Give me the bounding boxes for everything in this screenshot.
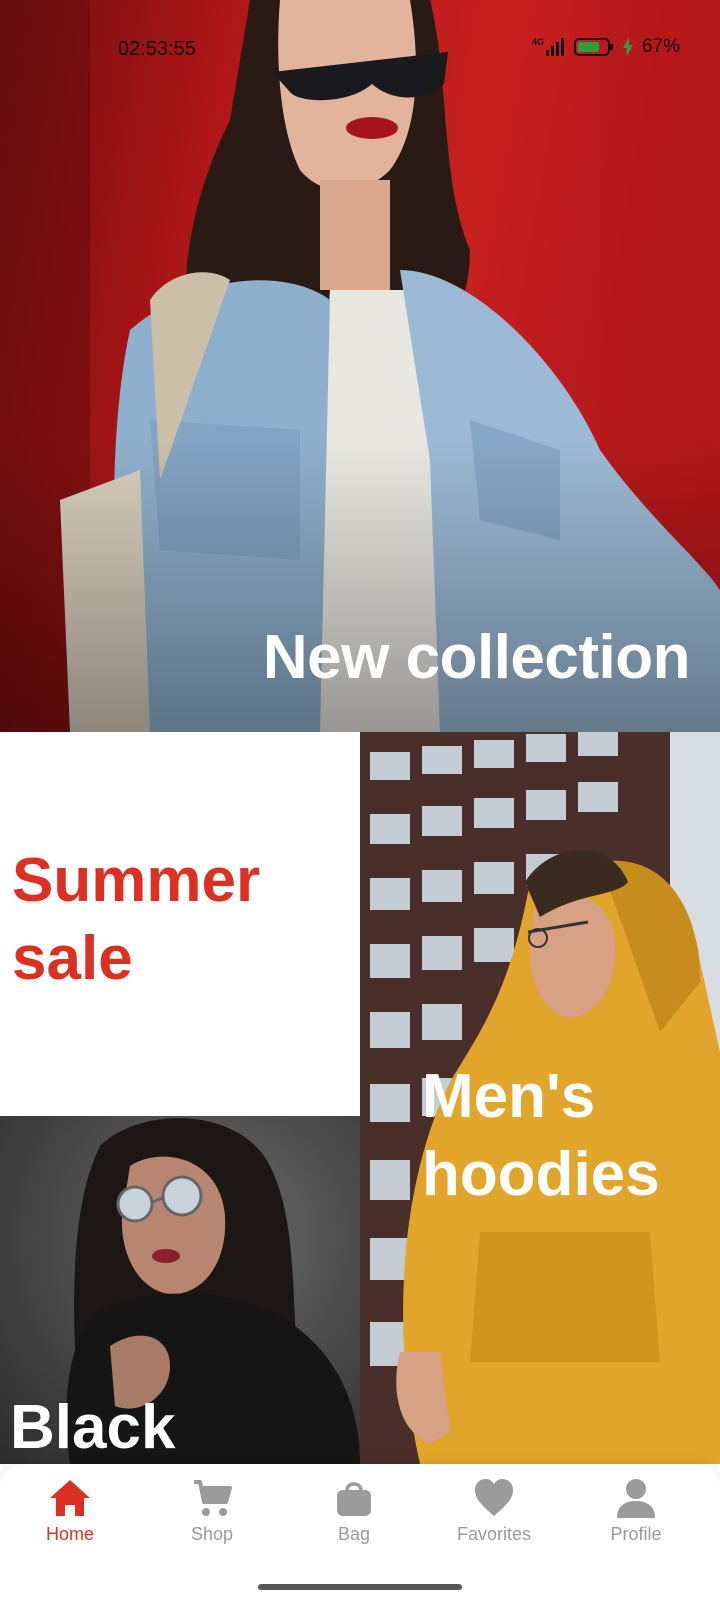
signal-4g-icon: 4G xyxy=(532,37,564,56)
nav-label-shop: Shop xyxy=(190,1524,234,1544)
summer-sale-title: Summer sale xyxy=(12,846,261,993)
nav-item-bag[interactable]: Bag xyxy=(294,1476,414,1556)
mens-hoodies-title: Men's hoodies xyxy=(422,1062,660,1209)
status-time: 02:53:55 xyxy=(118,38,196,60)
bag-icon xyxy=(337,1482,371,1516)
cart-icon xyxy=(194,1480,232,1516)
nav-label-bag: Bag xyxy=(337,1524,371,1544)
nav-label-favorites: Favorites xyxy=(456,1524,532,1544)
nav-item-favorites[interactable]: Favorites xyxy=(434,1476,554,1556)
nav-label-profile: Profile xyxy=(610,1524,662,1544)
svg-text:4G: 4G xyxy=(532,37,544,47)
hero-banner-new-collection[interactable]: New collection xyxy=(0,0,720,732)
heart-icon xyxy=(475,1479,513,1516)
home-icon xyxy=(50,1480,90,1516)
status-bar: 02:53:55 4G 67% xyxy=(0,0,720,96)
charging-bolt-icon xyxy=(622,37,633,57)
black-title: Black xyxy=(10,1393,176,1462)
hero-title: New collection xyxy=(262,623,691,692)
home-indicator[interactable] xyxy=(258,1584,462,1590)
nav-label-home: Home xyxy=(45,1524,94,1544)
nav-item-profile[interactable]: Profile xyxy=(576,1476,696,1556)
profile-icon xyxy=(617,1479,655,1518)
nav-item-shop[interactable]: Shop xyxy=(152,1476,272,1556)
bottom-navigation: Home Shop Bag Favorites Profile xyxy=(0,1464,720,1600)
battery-percent: 67% xyxy=(641,36,680,57)
battery-icon xyxy=(573,38,613,56)
status-indicators: 4G 67% xyxy=(532,36,680,58)
nav-item-home[interactable]: Home xyxy=(10,1476,130,1556)
